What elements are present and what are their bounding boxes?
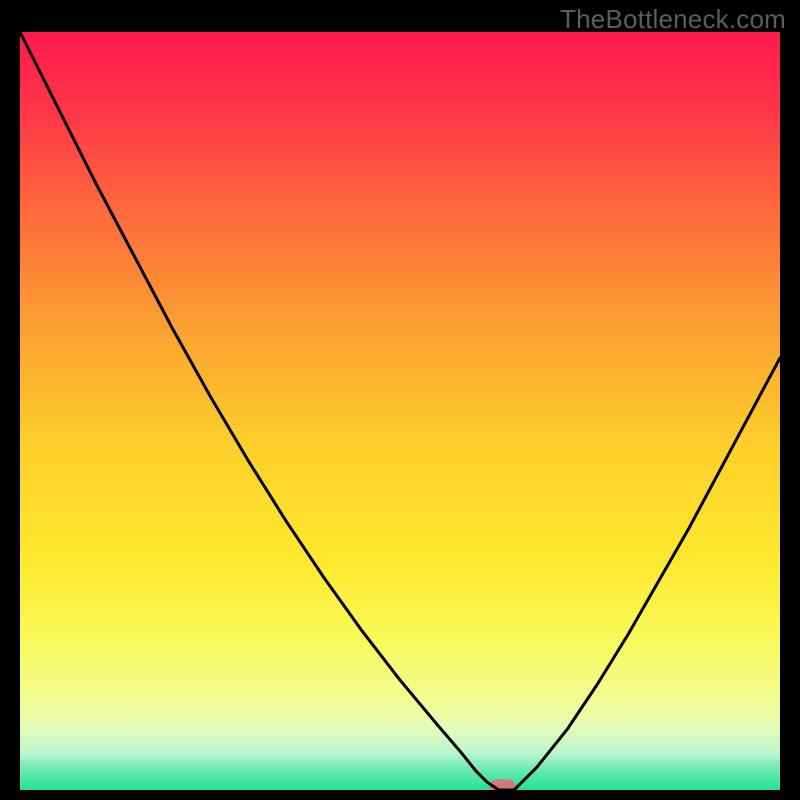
gradient-rect <box>20 32 780 790</box>
chart-svg <box>20 32 780 790</box>
watermark-text: TheBottleneck.com <box>560 4 786 35</box>
plot-area <box>20 32 780 790</box>
chart-frame: TheBottleneck.com <box>0 0 800 800</box>
